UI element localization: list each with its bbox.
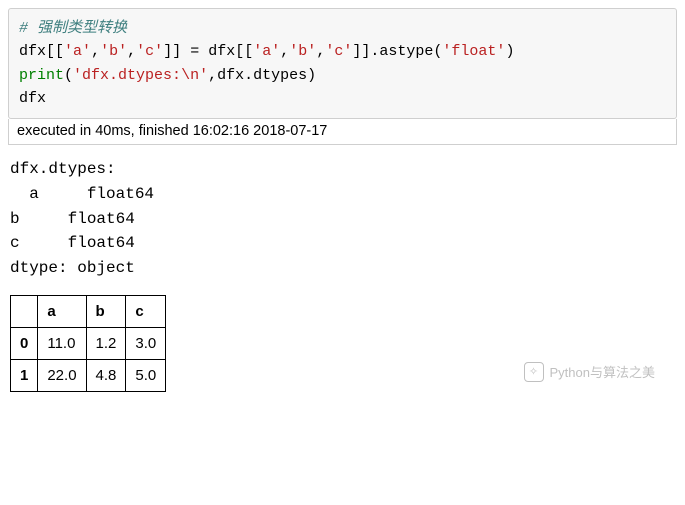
table-row: 1 22.0 4.8 5.0	[11, 359, 166, 391]
code-token: dfx[[	[19, 43, 64, 60]
code-string: 'dfx.dtypes:\n'	[73, 67, 208, 84]
execution-status: executed in 40ms, finished 16:02:16 2018…	[8, 119, 677, 145]
wechat-icon: ✧	[524, 362, 544, 382]
table-row: 0 11.0 1.2 3.0	[11, 327, 166, 359]
code-string: 'c'	[136, 43, 163, 60]
col-header: a	[38, 295, 86, 327]
table-corner	[11, 295, 38, 327]
col-header: c	[126, 295, 166, 327]
row-index: 0	[11, 327, 38, 359]
table-cell: 4.8	[86, 359, 126, 391]
table-cell: 22.0	[38, 359, 86, 391]
code-cell: # 强制类型转换 dfx[['a','b','c']] = dfx[['a','…	[8, 8, 677, 119]
stdout-output: dfx.dtypes: a float64 b float64 c float6…	[10, 157, 677, 281]
table-cell: 5.0	[126, 359, 166, 391]
dataframe-table: a b c 0 11.0 1.2 3.0 1 22.0 4.8 5.0	[10, 295, 166, 392]
watermark: ✧ Python与算法之美	[524, 362, 655, 382]
code-string: 'float'	[442, 43, 505, 60]
code-string: 'c'	[325, 43, 352, 60]
table-cell: 11.0	[38, 327, 86, 359]
code-string: 'a'	[253, 43, 280, 60]
code-string: 'b'	[100, 43, 127, 60]
col-header: b	[86, 295, 126, 327]
table-cell: 3.0	[126, 327, 166, 359]
code-token: dfx	[19, 90, 46, 107]
code-string: 'b'	[289, 43, 316, 60]
code-builtin: print	[19, 67, 64, 84]
row-index: 1	[11, 359, 38, 391]
watermark-text: Python与算法之美	[550, 362, 655, 381]
code-string: 'a'	[64, 43, 91, 60]
table-header-row: a b c	[11, 295, 166, 327]
table-cell: 1.2	[86, 327, 126, 359]
code-comment: # 强制类型转换	[19, 20, 127, 37]
